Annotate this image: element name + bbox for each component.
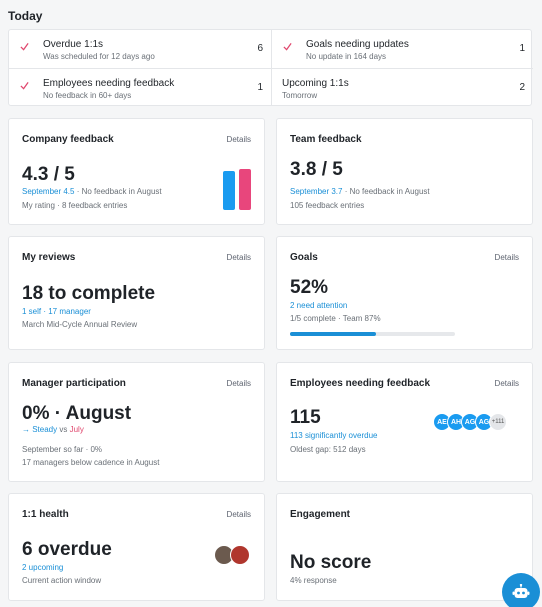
rating-bars	[223, 165, 253, 210]
engagement-response: 4% response	[290, 576, 337, 585]
goals-progress-fill	[290, 332, 376, 336]
check-icon	[283, 42, 292, 51]
team-feedback-note: 105 feedback entries	[290, 201, 365, 210]
today-item-subtitle: No update in 164 days	[306, 52, 387, 61]
today-item-upcoming-1on1s[interactable]: Upcoming 1:1s Tomorrow 2	[271, 68, 533, 106]
today-panel: Overdue 1:1s Was scheduled for 12 days a…	[8, 29, 533, 106]
today-item-count: 1	[519, 43, 525, 54]
company-feedback-score: 4.3 / 5	[22, 164, 75, 185]
robot-icon	[512, 584, 530, 598]
one-on-one-health-card: 1:1 health Details 6 overdue 2 upcoming …	[8, 493, 265, 601]
participation-below-cadence: 17 managers below cadence in August	[22, 458, 160, 467]
engagement-card: Engagement No score 4% response	[276, 493, 533, 601]
trend-rest: · No feedback in August	[342, 187, 430, 196]
my-reviews-card: My reviews Details 18 to complete 1 self…	[8, 236, 265, 350]
card-title: Company feedback	[22, 134, 114, 145]
employees-overdue: 113 significantly overdue	[290, 431, 378, 440]
details-link[interactable]: Details	[227, 135, 251, 144]
engagement-score: No score	[290, 552, 372, 573]
trend-rest: · No feedback in August	[74, 187, 162, 196]
today-item-title: Goals needing updates	[306, 39, 409, 50]
today-item-title: Upcoming 1:1s	[282, 78, 349, 89]
one-on-one-overdue: 6 overdue	[22, 539, 112, 560]
details-link[interactable]: Details	[495, 253, 519, 262]
card-title: My reviews	[22, 252, 76, 263]
company-feedback-trend: September 4.5 · No feedback in August	[22, 187, 162, 196]
today-item-count: 6	[257, 43, 263, 54]
goals-percent: 52%	[290, 277, 329, 298]
trend-month: July	[69, 425, 84, 434]
check-icon	[20, 42, 29, 51]
goals-summary: 1/5 complete · Team 87%	[290, 314, 381, 323]
goals-card: Goals Details 52% 2 need attention 1/5 c…	[276, 236, 533, 350]
today-item-subtitle: Was scheduled for 12 days ago	[43, 52, 155, 61]
card-title: Goals	[290, 252, 318, 263]
trend-arrow: → Steady	[22, 425, 58, 434]
team-feedback-trend: September 3.7 · No feedback in August	[290, 187, 430, 196]
participation-so-far: September so far · 0%	[22, 445, 103, 454]
participation-value: 0% · August	[22, 403, 132, 424]
rating-bar	[239, 169, 251, 210]
employees-needing-feedback-card: Employees needing feedback Details 115 1…	[276, 362, 533, 482]
section-title: Today	[8, 9, 43, 23]
card-title: 1:1 health	[22, 509, 69, 520]
employee-avatars: AE AH AG AG +111	[433, 413, 507, 431]
card-title: Employees needing feedback	[290, 378, 431, 389]
today-item-overdue-1on1s[interactable]: Overdue 1:1s Was scheduled for 12 days a…	[9, 30, 271, 68]
today-item-count: 1	[257, 82, 263, 93]
one-on-one-window: Current action window	[22, 576, 102, 585]
check-icon	[20, 81, 29, 90]
reviews-cycle: March Mid-Cycle Annual Review	[22, 320, 138, 329]
details-link[interactable]: Details	[227, 379, 251, 388]
today-item-subtitle: No feedback in 60+ days	[43, 91, 132, 100]
avatar[interactable]	[230, 545, 250, 565]
today-item-goals-needing-updates[interactable]: Goals needing updates No update in 164 d…	[271, 30, 533, 68]
details-link[interactable]: Details	[227, 253, 251, 262]
goals-progress-bar	[290, 332, 455, 336]
today-item-employees-needing-feedback[interactable]: Employees needing feedback No feedback i…	[9, 68, 271, 106]
today-item-count: 2	[519, 82, 525, 93]
card-title: Manager participation	[22, 378, 126, 389]
today-item-title: Employees needing feedback	[43, 78, 175, 89]
details-link[interactable]: Details	[227, 510, 251, 519]
company-feedback-note: My rating · 8 feedback entries	[22, 201, 128, 210]
company-feedback-card: Company feedback Details 4.3 / 5 Septemb…	[8, 118, 265, 225]
more-avatars-badge[interactable]: +111	[489, 413, 507, 431]
details-link[interactable]: Details	[495, 379, 519, 388]
trend-highlight: September 4.5	[22, 187, 75, 196]
team-feedback-card: Team feedback 3.8 / 5 September 3.7 · No…	[276, 118, 533, 225]
participation-trend: → Steady vs July	[22, 425, 84, 434]
participant-avatars	[214, 545, 250, 565]
rating-bar	[223, 171, 235, 210]
reviews-count: 18 to complete	[22, 283, 156, 304]
trend-vs: vs	[57, 425, 70, 434]
card-title: Engagement	[290, 509, 351, 520]
today-item-title: Overdue 1:1s	[43, 39, 104, 50]
trend-highlight: September 3.7	[290, 187, 343, 196]
today-item-subtitle: Tomorrow	[282, 91, 318, 100]
employees-oldest-gap: Oldest gap: 512 days	[290, 445, 366, 454]
reviews-breakdown: 1 self · 17 manager	[22, 307, 91, 316]
employees-count: 115	[290, 407, 321, 428]
team-feedback-score: 3.8 / 5	[290, 159, 343, 180]
assistant-bot-button[interactable]	[502, 573, 540, 607]
manager-participation-card: Manager participation Details 0% · Augus…	[8, 362, 265, 482]
one-on-one-upcoming: 2 upcoming	[22, 563, 64, 572]
card-title: Team feedback	[290, 134, 362, 145]
goals-attention: 2 need attention	[290, 301, 348, 310]
